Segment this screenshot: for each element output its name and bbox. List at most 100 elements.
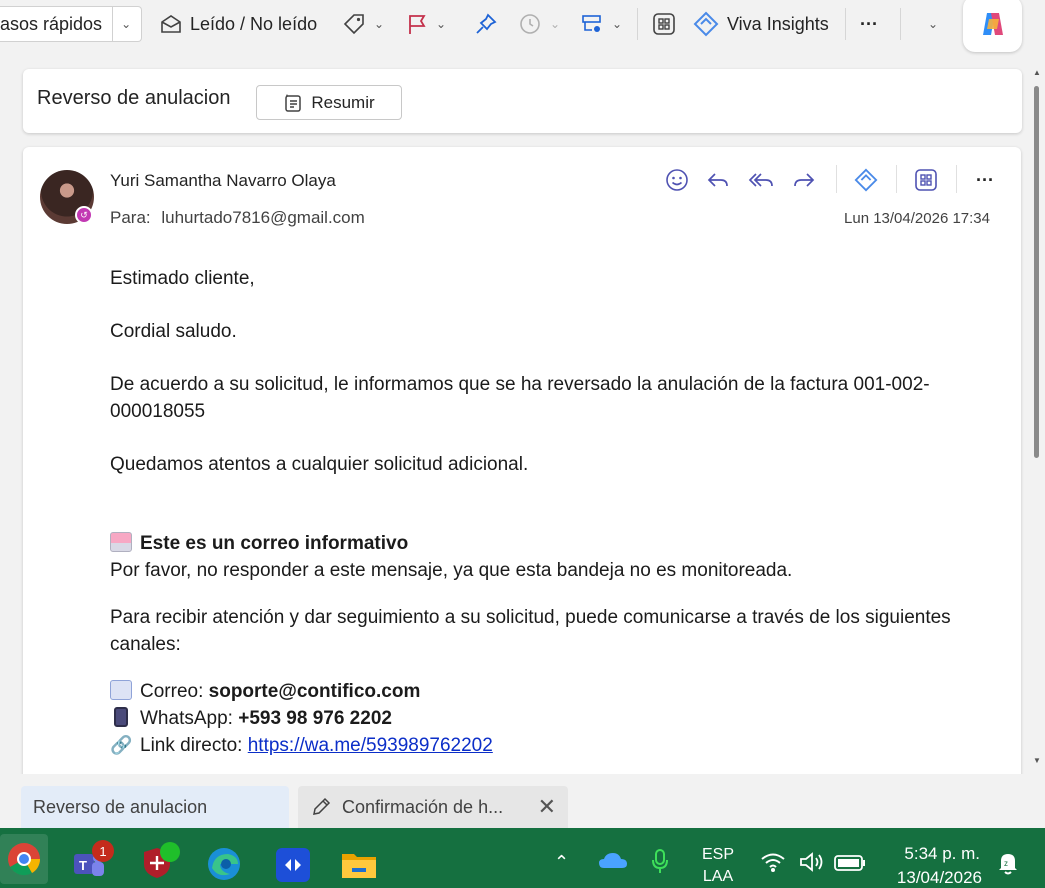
whatsapp-contact-label: WhatsApp: <box>140 708 233 729</box>
rules-button[interactable]: ⌄ <box>580 6 622 42</box>
windows-taskbar: T 1 ⌃ ESP LAA 5:34 p. m. 13/04/2026 z <box>0 828 1045 888</box>
flag-icon <box>409 15 426 34</box>
reply-icon <box>707 173 728 187</box>
greeting-text: Estimado cliente, <box>110 268 255 289</box>
onedrive-icon[interactable] <box>598 850 628 875</box>
email-contact-label: Correo: <box>140 681 204 702</box>
viva-insights-button[interactable]: Viva Insights <box>693 6 829 42</box>
contact-whatsapp-line: WhatsApp: +593 98 976 2202 <box>110 705 980 732</box>
read-unread-button[interactable]: Leído / No leído <box>160 6 317 42</box>
recipient-address[interactable]: luhurtado7816@gmail.com <box>161 208 364 227</box>
viva-insights-icon <box>693 11 719 37</box>
actions-divider <box>896 165 897 193</box>
close-icon[interactable]: ✕ <box>538 794 556 820</box>
chevron-down-icon: ⌄ <box>374 17 385 31</box>
scroll-up-arrow-icon[interactable]: ▲ <box>1033 68 1041 77</box>
toolbar-divider <box>637 8 638 40</box>
viva-insights-action-button[interactable] <box>851 165 881 195</box>
apps-grid-icon <box>653 13 675 35</box>
body-paragraph: Quedamos atentos a cualquier solicitud a… <box>110 454 529 475</box>
contact-email-line: Correo: soporte@contifico.com <box>110 678 980 705</box>
presence-status-icon: ↺ <box>75 206 93 224</box>
contact-link-line: 🔗 Link directo: https://wa.me/59398976220… <box>110 732 980 759</box>
rules-icon <box>582 15 601 32</box>
to-label: Para: <box>110 208 151 227</box>
toolbar-divider <box>900 8 901 40</box>
wifi-icon[interactable] <box>760 850 786 879</box>
tag-category-button[interactable]: ⌄ <box>342 6 384 42</box>
direct-link-label: Link directo: <box>140 735 243 756</box>
recipient-line: Para: luhurtado7816@gmail.com <box>110 208 365 228</box>
reading-pane: ↺ Yuri Samantha Navarro Olaya Para: luhu… <box>23 147 1021 787</box>
mobile-phone-icon <box>114 707 128 727</box>
keyboard-layout: LAA <box>702 868 734 885</box>
link-icon: 🔗 <box>110 735 133 755</box>
copilot-button[interactable] <box>963 0 1022 52</box>
expand-ribbon-button[interactable]: ⌄ <box>920 6 938 42</box>
battery-icon[interactable] <box>834 855 866 876</box>
ribbon-toolbar: asos rápidos ⌄ Leído / No leído ⌄ ⌄ ⌄ ⌄ … <box>0 0 1045 56</box>
clock-date: 13/04/2026 <box>896 868 982 887</box>
more-options-button[interactable]: ··· <box>860 6 878 42</box>
whatsapp-link[interactable]: https://wa.me/593989762202 <box>248 735 493 756</box>
flag-button[interactable]: ⌄ <box>406 6 446 42</box>
pencil-icon <box>313 797 331 815</box>
edge-icon <box>208 848 240 880</box>
scrollbar-thumb[interactable] <box>1034 86 1039 458</box>
salutation-text: Cordial saludo. <box>110 321 237 342</box>
snooze-button[interactable]: ⌄ <box>518 6 560 42</box>
folder-icon <box>342 854 376 878</box>
summarize-icon <box>285 93 302 112</box>
email-subject: Reverso de anulacion <box>37 87 231 109</box>
summarize-label: Resumir <box>311 92 375 112</box>
sender-name[interactable]: Yuri Samantha Navarro Olaya <box>110 171 336 191</box>
tab-label: Reverso de anulacion <box>33 796 208 817</box>
viva-insights-icon <box>854 168 878 192</box>
azure-devops-taskbar-button[interactable] <box>276 848 310 882</box>
chevron-down-icon: ⌄ <box>121 17 132 31</box>
diamond-arrows-icon <box>285 859 301 871</box>
email-contact-value: soporte@contifico.com <box>208 681 421 702</box>
read-unread-label: Leído / No leído <box>190 13 318 34</box>
input-language-indicator[interactable]: ESP LAA <box>698 844 738 888</box>
language-code: ESP <box>701 846 734 863</box>
microphone-icon[interactable] <box>650 848 670 879</box>
quick-steps-dropdown[interactable]: asos rápidos ⌄ <box>0 6 142 42</box>
apps-action-button[interactable] <box>911 165 941 195</box>
channels-intro: Para recibir atención y dar seguimiento … <box>110 607 951 655</box>
system-clock[interactable]: 5:34 p. m. 13/04/2026 <box>880 842 992 888</box>
subject-header: Reverso de anulacion Resumir <box>23 69 1022 133</box>
notification-bell-icon[interactable]: z <box>996 850 1020 881</box>
summarize-button[interactable]: Resumir <box>256 85 402 120</box>
scroll-down-arrow-icon[interactable]: ▼ <box>1033 756 1041 765</box>
reply-button[interactable] <box>703 165 733 195</box>
pin-button[interactable] <box>474 6 498 42</box>
svg-text:z: z <box>1004 859 1008 868</box>
actions-divider <box>956 165 957 193</box>
quick-steps-label: asos rápidos <box>0 13 103 34</box>
actions-divider <box>836 165 837 193</box>
tag-icon <box>343 14 364 35</box>
more-options-label: ··· <box>860 13 878 34</box>
chevron-down-icon: ⌄ <box>612 17 623 31</box>
notification-badge: 1 <box>92 840 114 862</box>
show-hidden-icons-chevron-up-icon[interactable]: ⌃ <box>554 852 569 873</box>
reply-all-icon <box>748 173 773 187</box>
forward-button[interactable] <box>789 165 819 195</box>
volume-icon[interactable] <box>798 850 826 879</box>
reply-all-button[interactable] <box>746 165 776 195</box>
react-button[interactable] <box>662 165 692 195</box>
clock-time: 5:34 p. m. <box>904 844 980 863</box>
status-dot-icon <box>160 842 180 862</box>
tab-reverso-de-anulacion[interactable]: Reverso de anulacion <box>21 786 289 828</box>
clock-icon <box>520 14 540 34</box>
file-explorer-taskbar-button[interactable] <box>340 848 376 882</box>
tab-confirmacion-draft[interactable]: Confirmación de h... ✕ <box>298 786 568 828</box>
edge-taskbar-button[interactable] <box>206 846 240 880</box>
apps-button[interactable] <box>652 6 676 42</box>
chrome-taskbar-button[interactable] <box>0 834 48 884</box>
more-actions-button[interactable]: ··· <box>970 165 1000 195</box>
email-icon <box>110 680 132 700</box>
more-actions-label: ··· <box>976 169 994 190</box>
notice-text: Por favor, no responder a este mensaje, … <box>110 560 793 581</box>
